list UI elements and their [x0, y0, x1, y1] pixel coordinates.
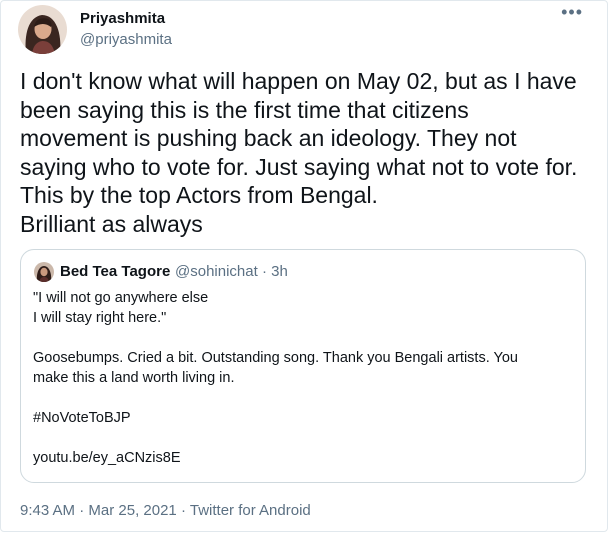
quoted-tweet[interactable]: Bed Tea Tagore @sohinichat · 3h "I will …: [20, 249, 586, 483]
tweet-time[interactable]: 9:43 AM: [20, 502, 75, 519]
tweet-date[interactable]: Mar 25, 2021: [88, 502, 176, 519]
quoted-author-meta[interactable]: @sohinichat · 3h: [175, 263, 288, 280]
quoted-author-name[interactable]: Bed Tea Tagore: [60, 263, 170, 280]
more-options-icon[interactable]: •••: [561, 3, 583, 21]
quoted-author-avatar[interactable]: [34, 262, 54, 282]
author-name[interactable]: Priyashmita: [80, 10, 165, 27]
author-avatar[interactable]: [18, 5, 67, 54]
tweet-card: Priyashmita @priyashmita ••• I don't kno…: [0, 0, 608, 532]
quoted-tweet-text: "I will not go anywhere else I will stay…: [33, 290, 518, 466]
tweet-footer: 9:43 AM · Mar 25, 2021 · Twitter for And…: [20, 502, 311, 519]
tweet-text: I don't know what will happen on May 02,…: [20, 68, 578, 237]
footer-separator: ·: [180, 502, 186, 519]
footer-separator: ·: [79, 502, 85, 519]
author-handle[interactable]: @priyashmita: [80, 31, 172, 48]
tweet-source[interactable]: Twitter for Android: [190, 502, 311, 519]
